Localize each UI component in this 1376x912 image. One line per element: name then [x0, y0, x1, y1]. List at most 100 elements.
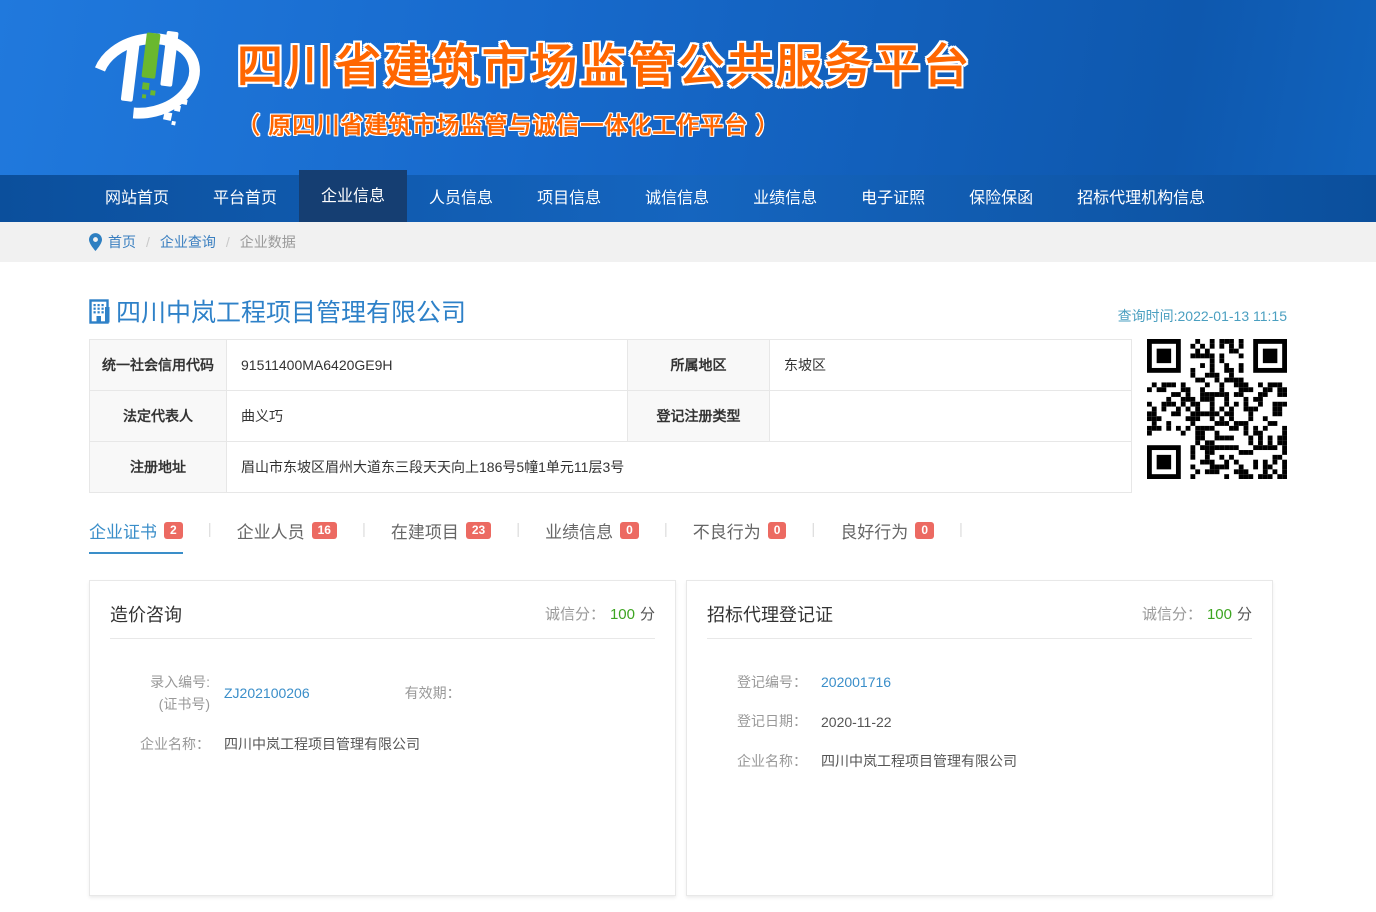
cert-number-label: 录入编号: (证书号) [110, 671, 210, 716]
credit-score-value: 100 [1207, 606, 1232, 623]
field-row: 登记编号： 202001716 [707, 671, 1252, 693]
breadcrumb-separator: / [146, 234, 150, 250]
company-name-label: 企业名称： [707, 750, 807, 772]
breadcrumb-current: 企业数据 [240, 232, 296, 252]
company-name-value: 四川中岚工程项目管理有限公司 [224, 734, 420, 754]
validity-label: 有效期： [405, 683, 461, 703]
field-row: 登记日期： 2020-11-22 [707, 710, 1252, 732]
nav-item-enterprise-info[interactable]: 企业信息 [299, 170, 407, 222]
credit-code-label: 统一社会信用代码 [90, 340, 227, 391]
legal-representative-value: 曲义巧 [227, 391, 628, 442]
registration-type-value [770, 391, 1132, 442]
tab-label: 业绩信息 [545, 518, 613, 543]
breadcrumb-bar: 首页 / 企业查询 / 企业数据 [0, 222, 1376, 262]
qr-code [1147, 339, 1287, 479]
bidding-agency-certificate-card: 招标代理登记证 诚信分： 100 分 登记编号： 202001716 登记日期： 2… [686, 580, 1273, 896]
tab-label: 不良行为 [693, 518, 761, 543]
tab-count-badge: 0 [620, 522, 639, 539]
breadcrumb: 首页 / 企业查询 / 企业数据 [89, 222, 1287, 262]
nav-item-website-home[interactable]: 网站首页 [89, 175, 191, 222]
tab-count-badge: 0 [915, 522, 934, 539]
credit-code-value: 91511400MA6420GE9H [227, 340, 628, 391]
cert-number-label-line1: 录入编号: [110, 671, 210, 693]
tab-enterprise-personnel[interactable]: 企业人员 16 [237, 518, 337, 552]
site-subtitle: （ 原四川省建筑市场监管与诚信一体化工作平台 ） [237, 106, 972, 140]
nav-item-personnel-info[interactable]: 人员信息 [407, 175, 515, 222]
company-name-title: 四川中岚工程项目管理有限公司 [116, 293, 466, 329]
tab-count-badge: 0 [768, 522, 787, 539]
tab-label: 企业证书 [89, 518, 157, 543]
registration-number-link[interactable]: 202001716 [821, 674, 891, 690]
breadcrumb-separator: / [226, 234, 230, 250]
card-body: 录入编号: (证书号) ZJ202100206 有效期： 企业名称： 四川中岚工… [110, 639, 655, 755]
company-info-section: 统一社会信用代码 91511400MA6420GE9H 所属地区 东坡区 法定代… [89, 339, 1287, 493]
table-row: 注册地址 眉山市东坡区眉州大道东三段天天向上186号5幢1单元11层3号 [90, 442, 1132, 493]
tab-projects-under-construction[interactable]: 在建项目 23 [391, 518, 491, 552]
tab-bad-behavior[interactable]: 不良行为 0 [693, 518, 787, 552]
certificate-cards: 造价咨询 诚信分： 100 分 录入编号: (证书号) ZJ202100206 有效… [89, 580, 1287, 896]
tab-enterprise-certificates[interactable]: 企业证书 2 [89, 518, 183, 554]
nav-item-insurance-guarantee[interactable]: 保险保函 [947, 175, 1055, 222]
legal-representative-label: 法定代表人 [90, 391, 227, 442]
building-icon [89, 299, 111, 324]
tab-label: 企业人员 [237, 518, 305, 543]
credit-score-unit: 分 [1237, 606, 1252, 623]
site-title: 四川省建筑市场监管公共服务平台 [237, 30, 972, 96]
field-row: 企业名称： 四川中岚工程项目管理有限公司 [110, 733, 655, 755]
credit-score-unit: 分 [640, 606, 655, 623]
main-nav: 网站首页 平台首页 企业信息 人员信息 项目信息 诚信信息 业绩信息 电子证照 … [0, 175, 1376, 222]
registered-address-value: 眉山市东坡区眉州大道东三段天天向上186号5幢1单元11层3号 [227, 442, 1132, 493]
platform-logo-icon [89, 12, 207, 134]
tab-separator: | [811, 518, 815, 542]
breadcrumb-enterprise-query-link[interactable]: 企业查询 [160, 232, 216, 252]
nav-item-performance-info[interactable]: 业绩信息 [731, 175, 839, 222]
credit-score-label: 诚信分： [1142, 606, 1202, 623]
company-name-value: 四川中岚工程项目管理有限公司 [821, 751, 1017, 771]
nav-item-project-info[interactable]: 项目信息 [515, 175, 623, 222]
tab-separator: | [959, 518, 963, 542]
credit-score: 诚信分： 100 分 [1142, 603, 1252, 624]
location-pin-icon [89, 233, 102, 251]
nav-item-e-certificate[interactable]: 电子证照 [839, 175, 947, 222]
page-title: 四川中岚工程项目管理有限公司 [89, 293, 466, 329]
tab-count-badge: 2 [164, 522, 183, 539]
cert-number-link[interactable]: ZJ202100206 [224, 685, 310, 701]
tab-performance-info[interactable]: 业绩信息 0 [545, 518, 639, 552]
tab-count-badge: 23 [466, 522, 491, 539]
cost-consulting-card: 造价咨询 诚信分： 100 分 录入编号: (证书号) ZJ202100206 有效… [89, 580, 676, 896]
credit-score-value: 100 [610, 606, 635, 623]
company-info-table: 统一社会信用代码 91511400MA6420GE9H 所属地区 东坡区 法定代… [89, 339, 1132, 493]
region-label: 所属地区 [628, 340, 770, 391]
breadcrumb-home-link[interactable]: 首页 [108, 232, 136, 252]
tab-separator: | [208, 518, 212, 542]
registration-type-label: 登记注册类型 [628, 391, 770, 442]
nav-item-bidding-agency-info[interactable]: 招标代理机构信息 [1055, 175, 1227, 222]
nav-item-credit-info[interactable]: 诚信信息 [623, 175, 731, 222]
query-time: 查询时间:2022-01-13 11:15 [1118, 306, 1287, 329]
company-name-label: 企业名称： [110, 733, 210, 755]
credit-score: 诚信分： 100 分 [545, 603, 655, 624]
registration-date-label: 登记日期： [707, 710, 807, 732]
tab-separator: | [664, 518, 668, 542]
card-body: 登记编号： 202001716 登记日期： 2020-11-22 企业名称： 四… [707, 639, 1252, 772]
detail-tabs: 企业证书 2 | 企业人员 16 | 在建项目 23 | 业绩信息 0 | 不良… [89, 518, 1287, 554]
tab-label: 在建项目 [391, 518, 459, 543]
table-row: 统一社会信用代码 91511400MA6420GE9H 所属地区 东坡区 [90, 340, 1132, 391]
cert-number-label-line2: (证书号) [110, 693, 210, 715]
table-row: 法定代表人 曲义巧 登记注册类型 [90, 391, 1132, 442]
card-title: 招标代理登记证 [707, 601, 833, 627]
tab-count-badge: 16 [312, 522, 337, 539]
card-title: 造价咨询 [110, 601, 182, 627]
region-value: 东坡区 [770, 340, 1132, 391]
field-row: 企业名称： 四川中岚工程项目管理有限公司 [707, 750, 1252, 772]
tab-separator: | [362, 518, 366, 542]
card-header: 招标代理登记证 诚信分： 100 分 [707, 581, 1252, 639]
tab-label: 良好行为 [840, 518, 908, 543]
tab-separator: | [516, 518, 520, 542]
card-header: 造价咨询 诚信分： 100 分 [110, 581, 655, 639]
field-row: 录入编号: (证书号) ZJ202100206 有效期： [110, 671, 655, 716]
credit-score-label: 诚信分： [545, 606, 605, 623]
registration-number-label: 登记编号： [707, 671, 807, 693]
nav-item-platform-home[interactable]: 平台首页 [191, 175, 299, 222]
tab-good-behavior[interactable]: 良好行为 0 [840, 518, 934, 552]
